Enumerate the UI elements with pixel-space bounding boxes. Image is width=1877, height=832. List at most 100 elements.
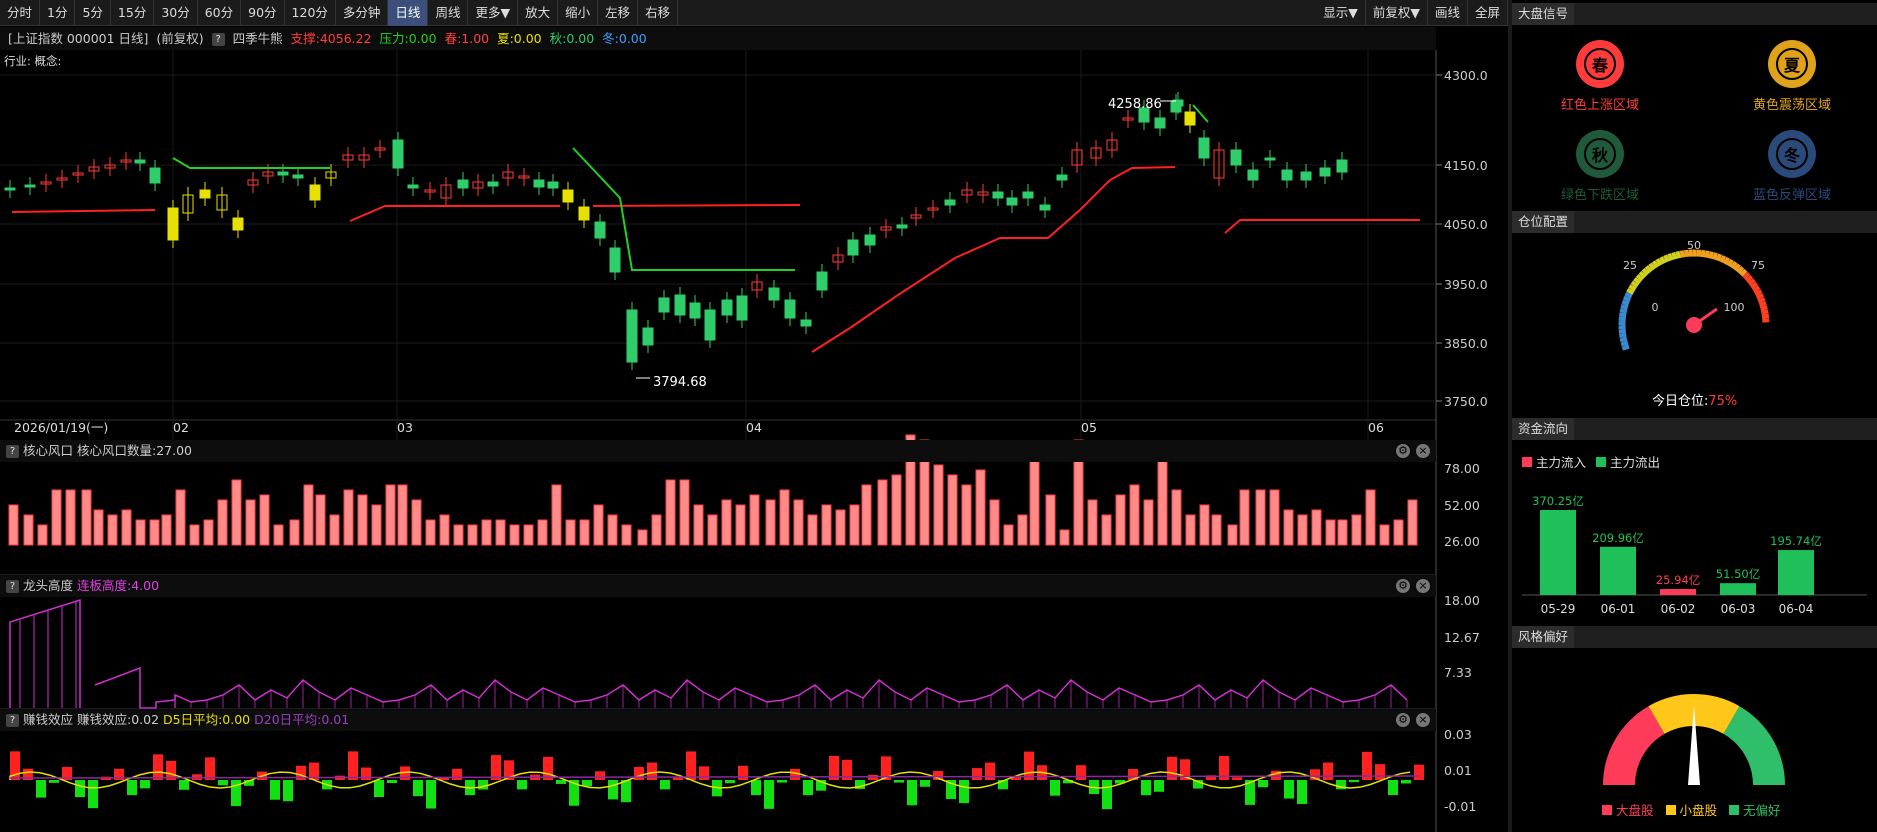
wind-bar (1337, 519, 1348, 546)
candle-body (547, 181, 559, 189)
kline-chart[interactable]: 行业: 概念: 4300.0 4150.0 4050.0 3950.0 3850.0 375… (0, 0, 1508, 832)
gauge-arc (1619, 308, 1628, 314)
effect-bar (920, 780, 930, 787)
season-signal: 秋绿色下跌区域 (1550, 130, 1650, 203)
candle-body (674, 294, 686, 316)
season-signal: 冬蓝色反弹区域 (1742, 130, 1842, 203)
effect-bar (1388, 780, 1398, 796)
wind-bar (411, 499, 422, 546)
wind-bar (765, 499, 776, 546)
close-icon[interactable]: × (1416, 713, 1430, 727)
effect-bar (972, 768, 982, 780)
help-icon[interactable]: ? (6, 580, 19, 593)
position-label: 今日仓位:75% (1652, 394, 1738, 409)
industry-label: 行业: 概念: (4, 54, 61, 68)
wind-bar (425, 519, 436, 546)
wind-bar (835, 509, 846, 546)
wind-bar (1087, 499, 1098, 546)
effect-bar (1349, 780, 1359, 783)
wind-bar (793, 499, 804, 546)
wind-bar (735, 504, 746, 546)
gauge-arc (1619, 332, 1627, 339)
effect-bar (348, 751, 358, 780)
effect-bar (777, 780, 787, 783)
effect-bar (452, 768, 462, 780)
close-icon[interactable]: × (1416, 444, 1430, 458)
candle-body (689, 302, 701, 319)
position-value: 75% (1708, 394, 1738, 409)
gauge-arc (1663, 254, 1670, 263)
candle-body (816, 271, 828, 291)
season-signal: 夏黄色震荡区域 (1742, 40, 1842, 113)
gauge-arc (1628, 284, 1637, 292)
wind-bar (749, 494, 760, 546)
panel2-tick-label: 7.33 (1444, 665, 1472, 680)
gauge-tick-label: 75 (1751, 259, 1765, 272)
candle-body (800, 319, 812, 327)
candle-body (4, 187, 16, 191)
gear-icon[interactable]: ⚙ (1396, 444, 1410, 458)
wind-bar (1003, 524, 1014, 546)
candle-body (847, 239, 859, 256)
wind-bar (693, 504, 704, 546)
wind-bar (23, 514, 34, 546)
gear-icon[interactable]: ⚙ (1396, 579, 1410, 593)
wind-bar (651, 514, 662, 546)
wind-bar (607, 514, 618, 546)
candle-body (1300, 171, 1312, 181)
month-label: 03 (397, 420, 413, 435)
price-tick-label: 4050.0 (1444, 217, 1488, 232)
wind-bar (453, 524, 464, 546)
wind-bar (121, 509, 132, 546)
gauge-arc (1651, 260, 1660, 269)
wind-bar (1211, 514, 1222, 546)
help-icon[interactable]: ? (6, 445, 19, 458)
flow-value-label: 25.94亿 (1656, 573, 1700, 587)
wind-bar (1129, 484, 1140, 546)
candle-body (1336, 159, 1348, 173)
wind-bar (961, 484, 972, 546)
wind-bar (1171, 489, 1182, 546)
wind-bar (849, 504, 860, 546)
gear-icon[interactable]: ⚙ (1396, 713, 1410, 727)
wind-bar (1269, 489, 1280, 546)
section-style: 风格偏好 (1512, 626, 1877, 648)
wind-bar (51, 489, 62, 546)
wind-bar (509, 524, 520, 546)
gauge-arc (1730, 261, 1738, 270)
effect-bar (1050, 780, 1060, 796)
effect-bar (738, 765, 748, 780)
effect-bar (699, 766, 709, 780)
season-label: 黄色震荡区域 (1752, 98, 1831, 113)
fund-flow-chart: 370.25亿 05-29 209.96亿 06-01 25.94亿 06-02 51.50… (1522, 494, 1867, 616)
close-icon[interactable]: × (1416, 579, 1430, 593)
gauge-arc (1726, 258, 1734, 267)
panel2-header: ? 龙头高度 连板高度:4.00 (0, 575, 1436, 597)
month-label: 05 (1081, 420, 1097, 435)
month-label: 04 (746, 420, 762, 435)
wind-bar (1101, 514, 1112, 546)
wind-bar (1017, 514, 1028, 546)
wind-bar (621, 524, 632, 546)
flow-value-label: 209.96亿 (1592, 531, 1644, 545)
help-icon[interactable]: ? (6, 714, 19, 727)
effect-bar (959, 780, 969, 804)
candle-body (736, 295, 748, 321)
effect-bar (478, 780, 488, 790)
candle-body (457, 179, 469, 189)
style-legend-label: 无偏好 (1743, 803, 1781, 818)
effect-bar (1141, 780, 1151, 796)
candle-body (609, 247, 621, 273)
wind-bar (679, 479, 690, 546)
wind-bar (93, 509, 104, 546)
effect-bar (140, 780, 150, 789)
candle-body (864, 234, 876, 246)
effect-bar (75, 780, 85, 798)
style-legend-item: 大盘股 (1602, 803, 1654, 818)
wind-bar (891, 474, 902, 546)
gauge-arc (1736, 266, 1745, 275)
wind-bar (1311, 509, 1322, 546)
effect-bar (218, 780, 228, 786)
wind-bar (565, 519, 576, 546)
price-panel-bg (0, 50, 1436, 420)
